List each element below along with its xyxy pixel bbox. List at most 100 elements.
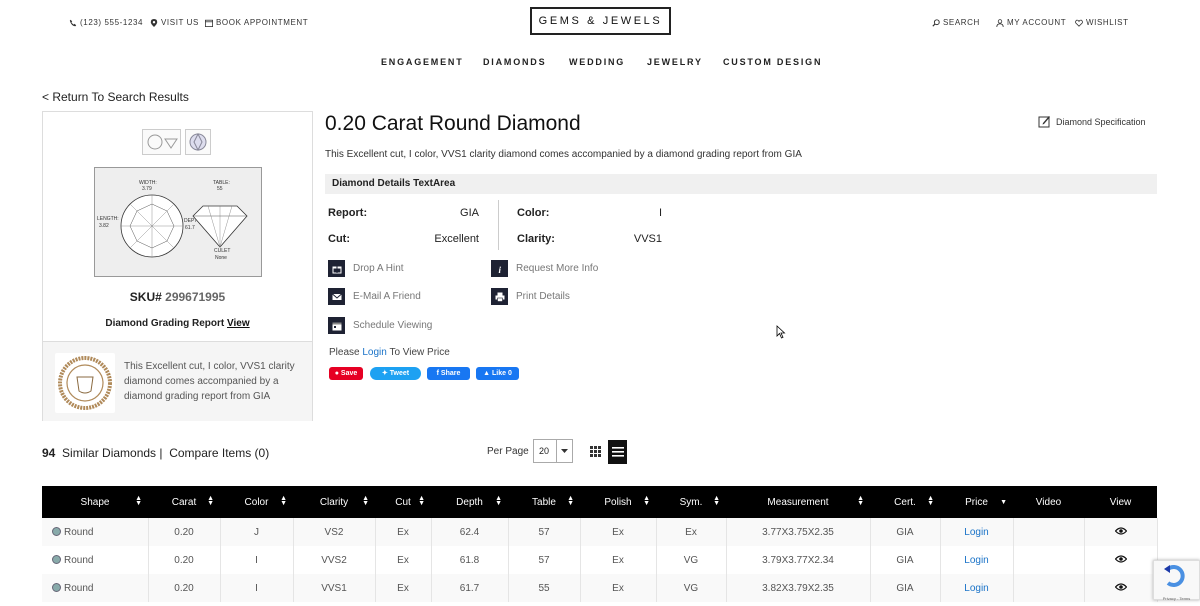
report-label: Report: — [328, 207, 368, 219]
schedule-viewing-text: Schedule Viewing — [353, 320, 433, 331]
info-icon: i — [491, 260, 508, 277]
cut-value: Excellent — [434, 233, 479, 245]
header-cert[interactable]: Cert. ▲ ▼ — [870, 486, 940, 518]
diamond-thumbnail[interactable] — [185, 129, 211, 155]
diagram-culet-value: None — [215, 255, 227, 261]
sort-icon: ▲ ▼ — [280, 495, 287, 507]
header-video: Video — [1013, 486, 1084, 518]
certificate-description: This Excellent cut, I color, VVS1 clarit… — [124, 361, 295, 402]
pinterest-save-button[interactable]: ● Save — [329, 367, 363, 380]
cell-polish: Ex — [580, 574, 657, 602]
header-table[interactable]: Table ▲ ▼ — [508, 486, 580, 518]
header-price[interactable]: Price ▼ — [940, 486, 1013, 518]
cell-color: I — [220, 546, 294, 574]
nav-jewelry[interactable]: JEWELRY — [647, 57, 703, 67]
certificate-box: This Excellent cut, I color, VVS1 clarit… — [43, 341, 312, 421]
drop-a-hint-text: Drop A Hint — [353, 263, 404, 274]
round-shape-icon — [52, 526, 61, 536]
cell-sym: VG — [656, 546, 727, 574]
cell-view[interactable] — [1084, 518, 1158, 546]
schedule-viewing-button[interactable]: Schedule Viewing — [328, 317, 432, 334]
facebook-share-button[interactable]: f Share — [427, 367, 470, 380]
request-more-info-button[interactable]: i Request More Info — [491, 260, 598, 277]
login-link[interactable]: Login — [362, 347, 386, 358]
price-login-link[interactable]: Login — [964, 527, 988, 538]
nav-custom-design[interactable]: CUSTOM DESIGN — [723, 57, 822, 67]
wishlist-link[interactable]: WISHLIST — [1075, 18, 1129, 27]
price-login-link[interactable]: Login — [964, 583, 988, 594]
nav-diamonds[interactable]: DIAMONDS — [483, 57, 546, 67]
eye-icon[interactable] — [1114, 582, 1127, 591]
print-details-button[interactable]: Print Details — [491, 288, 570, 305]
sort-icon: ▲ ▼ — [713, 495, 720, 507]
eye-icon[interactable] — [1114, 526, 1127, 535]
grid-view-button[interactable] — [585, 440, 605, 462]
cell-clarity: VVS1 — [293, 574, 376, 602]
login-to-view-price: Please Login To View Price — [329, 347, 450, 358]
edit-icon — [1038, 116, 1050, 128]
details-heading: Diamond Details TextArea — [325, 174, 1157, 194]
cell-price[interactable]: Login — [940, 574, 1014, 602]
header-polish[interactable]: Polish ▲ ▼ — [580, 486, 656, 518]
cell-cert: GIA — [870, 574, 941, 602]
price-login-link[interactable]: Login — [964, 555, 988, 566]
header-measurement[interactable]: Measurement ▲ ▼ — [726, 486, 870, 518]
list-view-button[interactable] — [608, 440, 627, 464]
header-shape[interactable]: Shape ▲ ▼ — [42, 486, 148, 518]
color-label: Color: — [517, 207, 550, 219]
table-row[interactable]: Round 0.20 J VS2 Ex 62.4 57 Ex Ex 3.77X3.75X2.35 G… — [42, 518, 1158, 546]
tweet-button[interactable]: ✦ Tweet — [370, 367, 421, 380]
table-row[interactable]: Round 0.20 I VVS2 Ex 61.8 57 Ex VG 3.79X3.77X2.34… — [42, 546, 1158, 574]
eye-icon[interactable] — [1114, 554, 1127, 563]
book-appointment-link[interactable]: BOOK APPOINTMENT — [205, 18, 308, 27]
header-depth[interactable]: Depth ▲ ▼ — [431, 486, 508, 518]
email-friend-button[interactable]: E-Mail A Friend — [328, 288, 421, 305]
diamond-specification-link[interactable]: Diamond Specification — [1038, 115, 1146, 128]
grading-report-view-link[interactable]: View — [227, 318, 250, 329]
return-to-search-link[interactable]: < Return To Search Results — [42, 90, 189, 104]
recaptcha-links[interactable]: Privacy - Terms — [1154, 596, 1199, 601]
nav-wedding[interactable]: WEDDING — [569, 57, 625, 67]
header-color[interactable]: Color ▲ ▼ — [220, 486, 293, 518]
calendar-icon — [205, 19, 213, 27]
phone-text: (123) 555-1234 — [80, 18, 144, 27]
table-row[interactable]: Round 0.20 I VVS1 Ex 61.7 55 Ex VG 3.82X3.79X2.35… — [42, 574, 1158, 602]
cell-view[interactable] — [1084, 546, 1158, 574]
diagram-table-value: 55 — [217, 186, 223, 192]
cell-cut: Ex — [375, 546, 432, 574]
envelope-icon — [328, 288, 345, 305]
header-cut[interactable]: Cut ▲ ▼ — [375, 486, 431, 518]
search-link[interactable]: SEARCH — [932, 18, 980, 27]
facebook-like-button[interactable]: ▲ Like 0 — [476, 367, 519, 380]
my-account-link[interactable]: MY ACCOUNT — [996, 18, 1066, 27]
per-page-select[interactable]: 20 — [533, 439, 573, 463]
compare-items-link[interactable]: Compare Items (0) — [169, 446, 269, 460]
thumbs-up-icon: ▲ — [483, 370, 491, 377]
header-clarity[interactable]: Clarity ▲ ▼ — [293, 486, 375, 518]
cell-cut: Ex — [375, 574, 432, 602]
recaptcha-badge[interactable]: Privacy - Terms — [1153, 560, 1200, 601]
cell-view[interactable] — [1084, 574, 1158, 602]
cell-price[interactable]: Login — [940, 546, 1014, 574]
drop-a-hint-button[interactable]: Drop A Hint — [328, 260, 404, 277]
sort-icon: ▲ ▼ — [495, 495, 502, 507]
clarity-value: VVS1 — [633, 233, 662, 245]
header-carat[interactable]: Carat ▲ ▼ — [148, 486, 220, 518]
phone-link[interactable]: (123) 555-1234 — [69, 18, 143, 27]
diagram-thumbnail[interactable] — [142, 129, 181, 155]
cell-carat: 0.20 — [148, 546, 221, 574]
header-sym[interactable]: Sym. ▲ ▼ — [656, 486, 726, 518]
cell-price[interactable]: Login — [940, 518, 1014, 546]
color-value: I — [658, 207, 662, 219]
visit-us-link[interactable]: VISIT US — [150, 18, 199, 27]
cell-table: 57 — [508, 546, 581, 574]
similar-diamonds-header: 94 Similar Diamonds | Compare Items (0) — [42, 446, 270, 460]
diamond-side-profile — [192, 205, 248, 248]
nav-engagement[interactable]: ENGAGEMENT — [381, 57, 464, 67]
cell-shape: Round — [42, 546, 149, 574]
site-logo[interactable]: GEMS & JEWELS — [530, 7, 671, 35]
sort-icon: ▲ ▼ — [643, 495, 650, 507]
diagram-depth-value: 61.7 — [185, 225, 195, 231]
grading-report: Diamond Grading Report View — [105, 318, 250, 329]
similar-diamonds-table: Shape ▲ ▼ Carat ▲ ▼ Color ▲ ▼ Clarity ▲ ▼ Cut ▲ ▼ … — [42, 486, 1158, 602]
